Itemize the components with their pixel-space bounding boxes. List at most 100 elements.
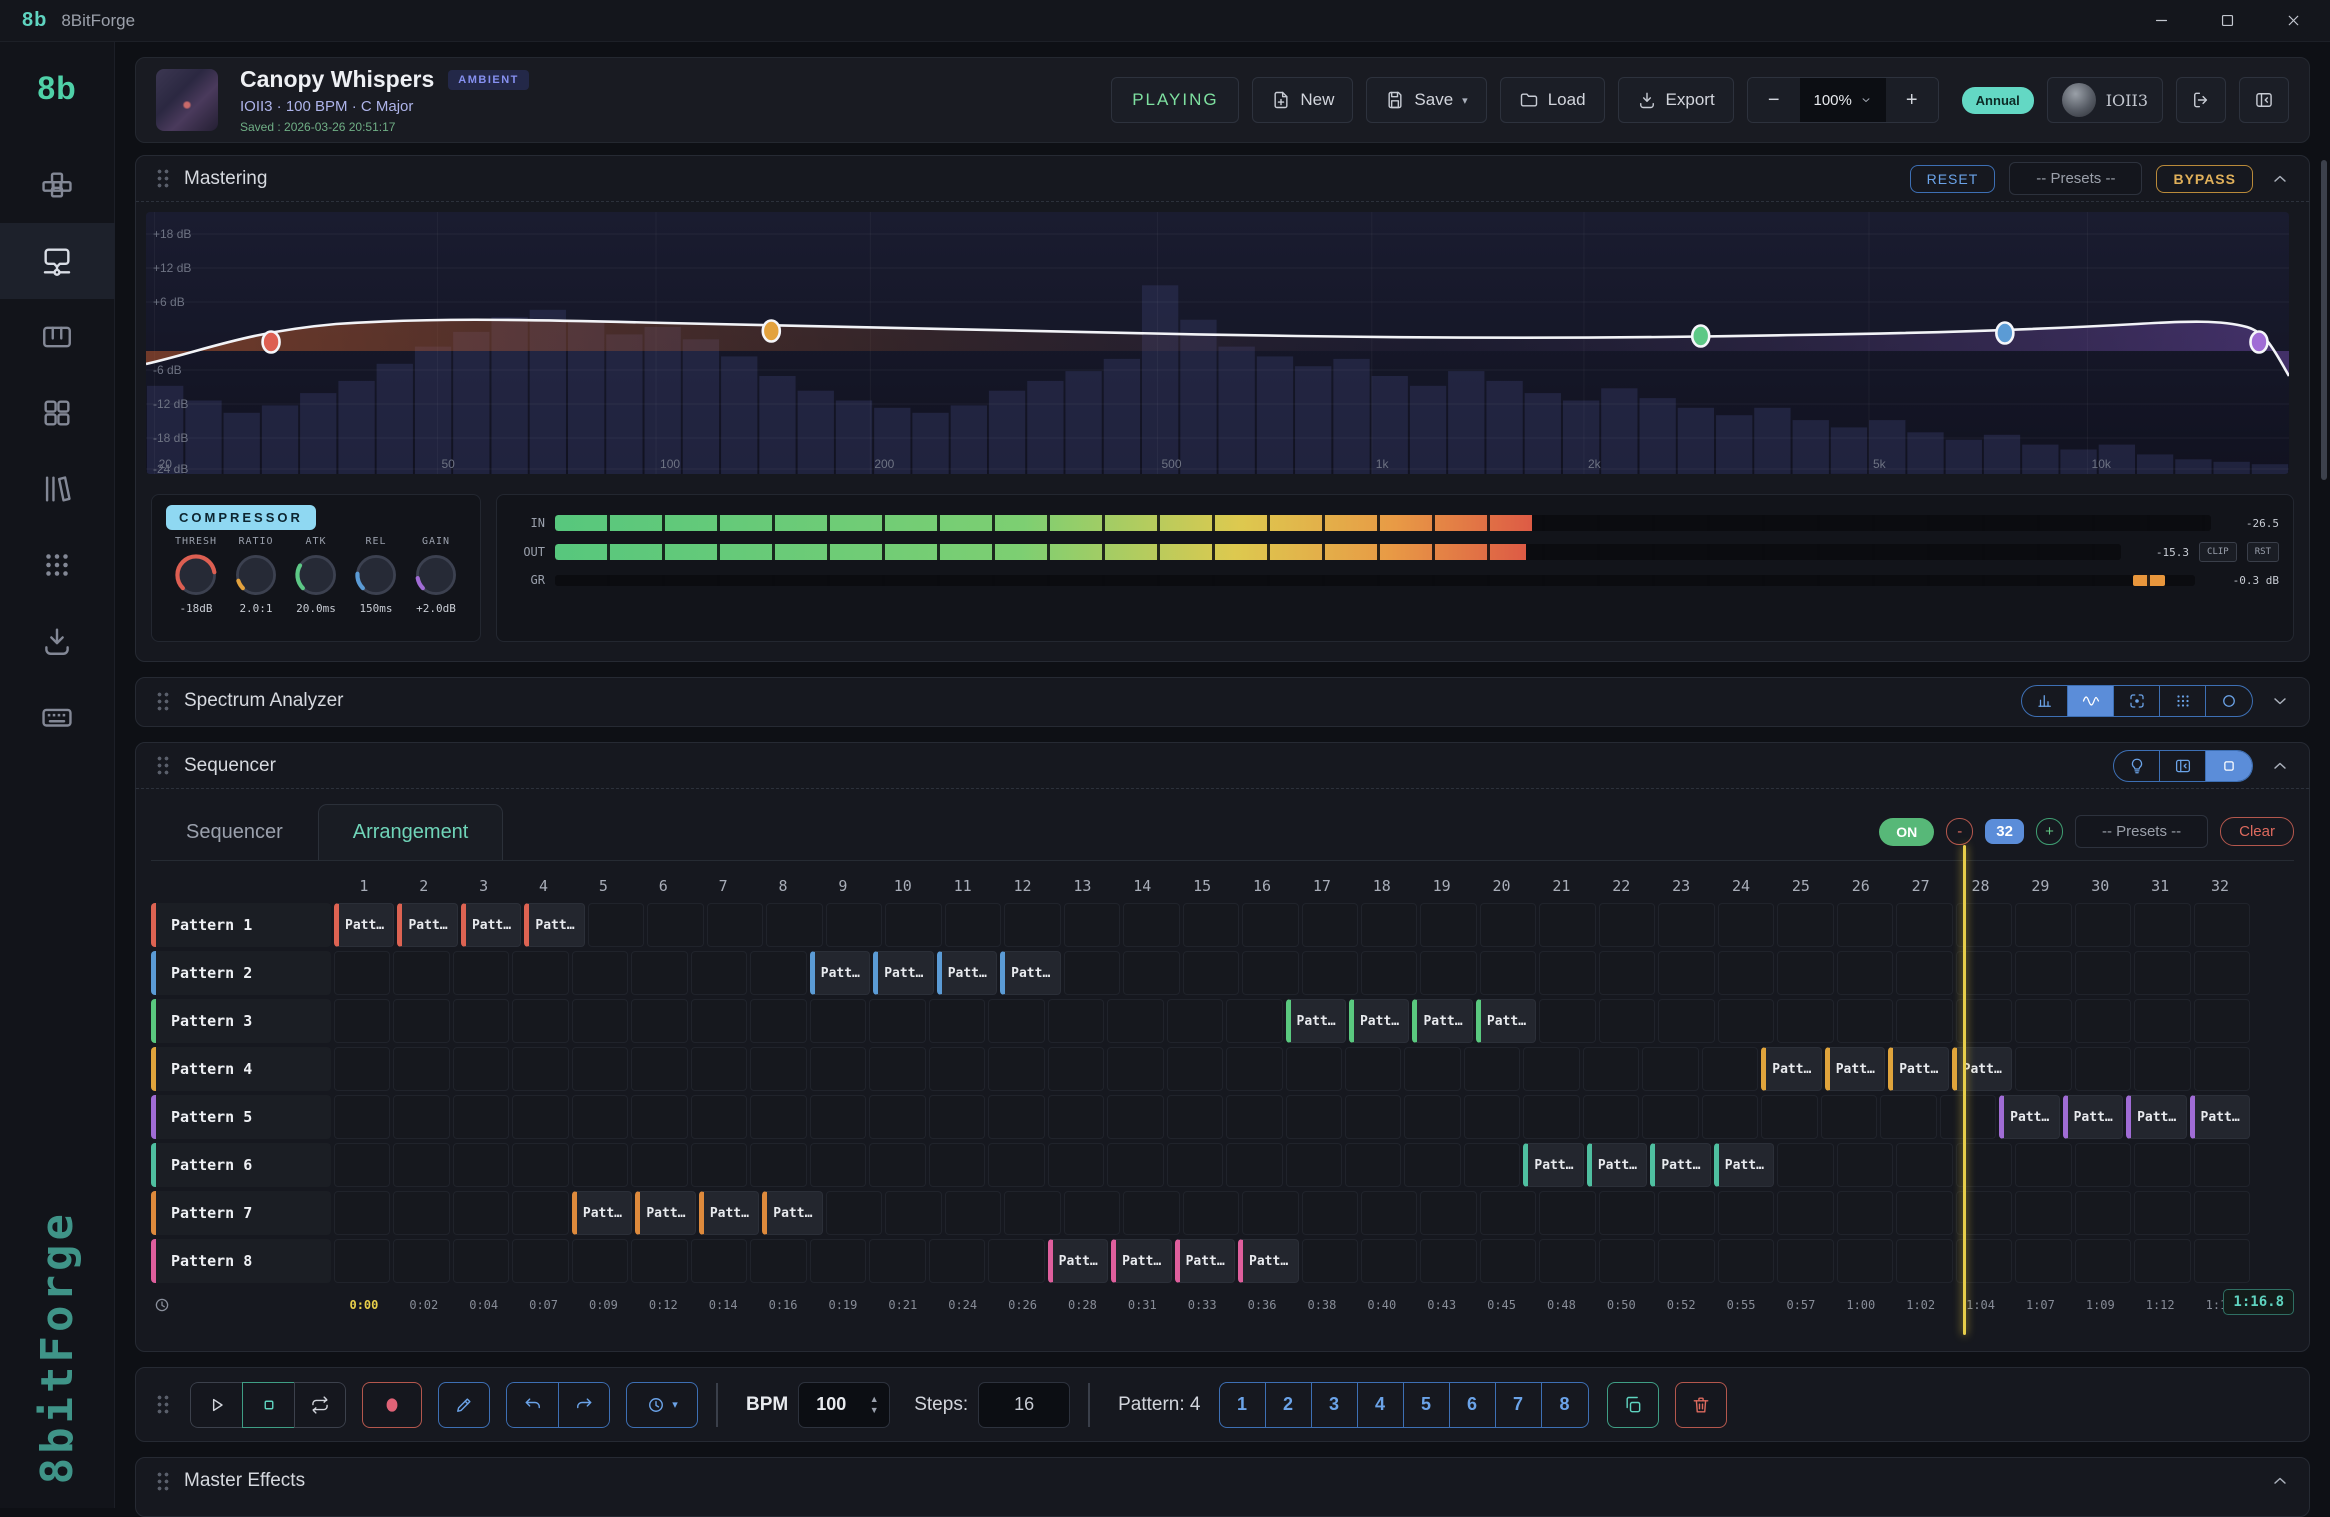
arrangement-cell-filled[interactable]: Patt… — [810, 951, 870, 995]
arrangement-cell[interactable] — [869, 1047, 925, 1091]
spectrum-mode-wave[interactable] — [2068, 686, 2114, 716]
drag-handle[interactable] — [156, 1471, 170, 1492]
arrangement-cell-filled[interactable]: Patt… — [334, 903, 394, 947]
arrangement-cell[interactable] — [945, 1191, 1001, 1235]
arrangement-cell[interactable] — [988, 1047, 1044, 1091]
zoom-level-select[interactable]: 100% — [1800, 78, 1886, 122]
arrangement-cell-filled[interactable]: Patt… — [2063, 1095, 2123, 1139]
arrangement-cell[interactable] — [1539, 1191, 1595, 1235]
arrangement-cell[interactable] — [2075, 1143, 2131, 1187]
arrangement-cell[interactable] — [691, 1047, 747, 1091]
drag-handle[interactable] — [156, 755, 170, 776]
arrangement-cell[interactable] — [2075, 951, 2131, 995]
pattern-button-4[interactable]: 4 — [1358, 1383, 1404, 1427]
sidebar-item-patterns[interactable] — [0, 375, 115, 451]
arrangement-cell[interactable] — [988, 1095, 1044, 1139]
arrangement-cell[interactable] — [2075, 903, 2131, 947]
arrangement-cell[interactable] — [810, 1095, 866, 1139]
arrangement-cell[interactable] — [1642, 1095, 1698, 1139]
sidebar-item-apps[interactable] — [0, 527, 115, 603]
arrangement-cell[interactable] — [1361, 951, 1417, 995]
arrangement-cell[interactable] — [810, 1239, 866, 1283]
bpm-up-button[interactable]: ▲ — [870, 1395, 879, 1403]
drag-handle[interactable] — [156, 1394, 170, 1415]
arrangement-cell[interactable] — [1286, 1143, 1342, 1187]
arrangement-cell[interactable] — [1048, 999, 1104, 1043]
new-button[interactable]: New — [1252, 77, 1353, 123]
arrangement-cell-filled[interactable]: Patt… — [1000, 951, 1060, 995]
scrollbar[interactable] — [2321, 160, 2327, 480]
arrangement-cell[interactable] — [691, 1239, 747, 1283]
arrangement-cell[interactable] — [334, 1239, 390, 1283]
arrangement-cell[interactable] — [572, 1095, 628, 1139]
arrangement-cell[interactable] — [988, 1143, 1044, 1187]
pattern-row-label[interactable]: Pattern 2 — [151, 951, 331, 995]
seq-view-blocks[interactable] — [2206, 751, 2252, 781]
arrangement-cell[interactable] — [1718, 1191, 1774, 1235]
arrangement-cell-filled[interactable]: Patt… — [1952, 1047, 2012, 1091]
arrangement-cell[interactable] — [945, 903, 1001, 947]
collapse-mastering-button[interactable] — [2267, 166, 2293, 192]
zoom-in-button[interactable]: + — [1886, 78, 1938, 122]
arrangement-cell[interactable] — [810, 1047, 866, 1091]
arrangement-cell[interactable] — [1183, 903, 1239, 947]
arrangement-cell-filled[interactable]: Patt… — [1523, 1143, 1583, 1187]
arrangement-cell[interactable] — [334, 1143, 390, 1187]
pattern-button-6[interactable]: 6 — [1450, 1383, 1496, 1427]
arrangement-cell[interactable] — [1107, 1047, 1163, 1091]
sidebar-item-instruments[interactable] — [0, 299, 115, 375]
maximize-button[interactable] — [2212, 6, 2242, 36]
arrangement-cell-filled[interactable]: Patt… — [397, 903, 457, 947]
arrangement-cell[interactable] — [393, 951, 449, 995]
arrangement-cell[interactable] — [2134, 1191, 2190, 1235]
knob-thresh[interactable]: THRESH -18dB — [166, 536, 226, 615]
arrangement-cell[interactable] — [929, 1239, 985, 1283]
arrangement-cell[interactable] — [1464, 1095, 1520, 1139]
play-button[interactable] — [190, 1382, 242, 1428]
clip-button[interactable]: CLIP — [2199, 542, 2237, 562]
arrangement-cell[interactable] — [1420, 1191, 1476, 1235]
arrangement-cell[interactable] — [1480, 903, 1536, 947]
arrangement-cell[interactable] — [1167, 999, 1223, 1043]
arrangement-cell-filled[interactable]: Patt… — [1714, 1143, 1774, 1187]
bypass-button[interactable]: BYPASS — [2156, 165, 2253, 193]
arrangement-cell[interactable] — [2134, 903, 2190, 947]
arrangement-cell[interactable] — [1302, 951, 1358, 995]
pattern-row-label[interactable]: Pattern 8 — [151, 1239, 331, 1283]
sidebar-item-keyboard[interactable] — [0, 679, 115, 755]
arrangement-cell[interactable] — [1123, 1191, 1179, 1235]
arrangement-cell[interactable] — [2075, 999, 2131, 1043]
arrangement-cell[interactable] — [1107, 1095, 1163, 1139]
rst-button[interactable]: RST — [2247, 542, 2279, 562]
user-menu[interactable]: IOII3 — [2047, 77, 2163, 123]
knob-atk[interactable]: ATK 20.0ms — [286, 536, 346, 615]
arrangement-cell[interactable] — [572, 1143, 628, 1187]
arrangement-cell-filled[interactable]: Patt… — [762, 1191, 822, 1235]
arrangement-cell[interactable] — [1837, 903, 1893, 947]
arrangement-cell[interactable] — [393, 1143, 449, 1187]
arrangement-cell-filled[interactable]: Patt… — [524, 903, 584, 947]
arrangement-presets-select[interactable]: -- Presets -- — [2075, 815, 2208, 848]
pattern-row-label[interactable]: Pattern 5 — [151, 1095, 331, 1139]
arrangement-cell-filled[interactable]: Patt… — [1650, 1143, 1710, 1187]
seq-view-panel[interactable] — [2160, 751, 2206, 781]
eq-band-point[interactable] — [763, 321, 780, 342]
collapse-master-effects-button[interactable] — [2267, 1468, 2293, 1494]
arrangement-cell[interactable] — [988, 1239, 1044, 1283]
arrangement-cell[interactable] — [1480, 1191, 1536, 1235]
arrangement-cell[interactable] — [1302, 1191, 1358, 1235]
arrangement-cell[interactable] — [1658, 951, 1714, 995]
arrangement-cell[interactable] — [2075, 1191, 2131, 1235]
arrangement-cell[interactable] — [2194, 1143, 2250, 1187]
arrangement-cell[interactable] — [631, 1047, 687, 1091]
arrangement-cell[interactable] — [1404, 1095, 1460, 1139]
arrangement-cell[interactable] — [1583, 1095, 1639, 1139]
arrangement-cell[interactable] — [1837, 999, 1893, 1043]
arrangement-cell[interactable] — [869, 1143, 925, 1187]
arrangement-cell[interactable] — [334, 999, 390, 1043]
arrangement-cell[interactable] — [869, 1239, 925, 1283]
bpm-down-button[interactable]: ▼ — [870, 1406, 879, 1414]
arrangement-cell-filled[interactable]: Patt… — [1175, 1239, 1235, 1283]
arrangement-cell[interactable] — [2194, 999, 2250, 1043]
bars-decrease-button[interactable]: - — [1946, 818, 1973, 845]
